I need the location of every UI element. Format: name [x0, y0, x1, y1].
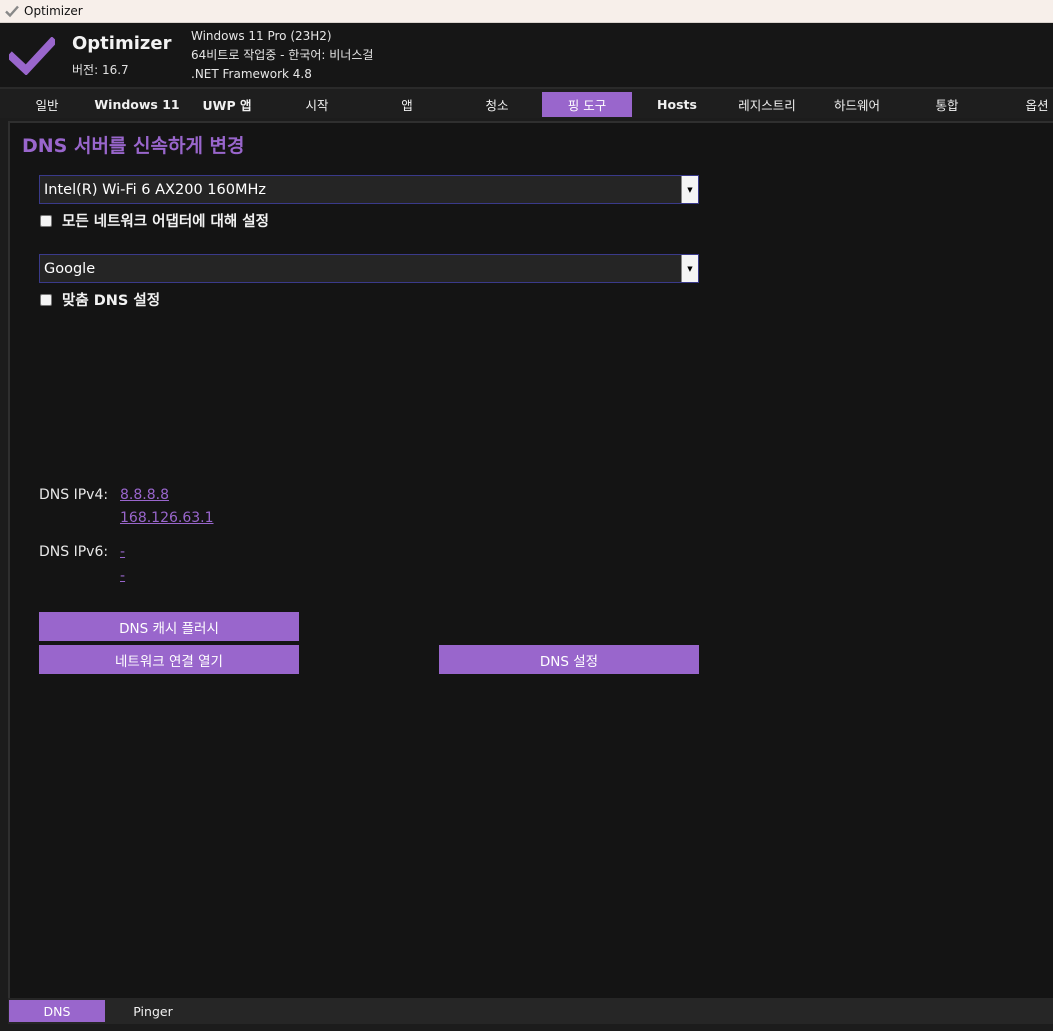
subtab-dns[interactable]: DNS — [9, 1000, 105, 1022]
flush-dns-cache-button[interactable]: DNS 캐시 플러시 — [39, 612, 299, 641]
chevron-down-icon[interactable]: ▼ — [681, 255, 698, 282]
checkmark-logo-icon — [9, 37, 55, 75]
all-adapters-option[interactable]: 모든 네트워크 어댑터에 대해 설정 — [40, 210, 269, 231]
custom-dns-label: 맞춤 DNS 설정 — [62, 293, 161, 309]
custom-dns-option[interactable]: 맞춤 DNS 설정 — [40, 289, 160, 310]
tab-integration[interactable]: 통합 — [902, 92, 992, 117]
framework-info: .NET Framework 4.8 — [191, 67, 312, 81]
app-version: 버전: 16.7 — [72, 63, 129, 77]
ipv6-secondary-link[interactable]: - — [120, 568, 125, 584]
all-adapters-label: 모든 네트워크 어댑터에 대해 설정 — [62, 214, 269, 230]
sub-tab-bar: DNS Pinger — [8, 998, 1053, 1024]
chevron-down-icon[interactable]: ▼ — [681, 176, 698, 203]
ipv4-label: DNS IPv4: — [39, 487, 109, 503]
window-title: Optimizer — [24, 4, 83, 18]
tab-hosts[interactable]: Hosts — [632, 92, 722, 117]
ipv4-secondary-link[interactable]: 168.126.63.1 — [120, 510, 214, 526]
custom-dns-checkbox[interactable] — [40, 293, 52, 306]
ipv6-primary-link[interactable]: - — [120, 544, 125, 560]
window-titlebar: Optimizer — [0, 0, 1053, 23]
subtab-pinger[interactable]: Pinger — [105, 1000, 201, 1022]
tab-options[interactable]: 옵션 — [992, 92, 1053, 117]
set-dns-button[interactable]: DNS 설정 — [439, 645, 699, 674]
tab-general[interactable]: 일반 — [2, 92, 92, 117]
ipv4-primary-link[interactable]: 8.8.8.8 — [120, 487, 169, 503]
arch-info: 64비트로 작업중 - 한국어: 비너스걸 — [191, 48, 374, 62]
all-adapters-checkbox[interactable] — [40, 214, 52, 227]
dns-provider-value: Google — [44, 260, 96, 277]
tab-cleaner[interactable]: 청소 — [452, 92, 542, 117]
network-adapter-value: Intel(R) Wi-Fi 6 AX200 160MHz — [44, 181, 266, 198]
os-info: Windows 11 Pro (23H2) — [191, 29, 332, 43]
ipv6-label: DNS IPv6: — [39, 544, 109, 560]
tab-registry[interactable]: 레지스트리 — [722, 92, 812, 117]
checkmark-icon — [5, 5, 19, 18]
main-tab-bar: 일반 Windows 11 UWP 앱 시작 앱 청소 핑 도구 Hosts 레… — [0, 87, 1053, 118]
dns-provider-select[interactable]: Google ▼ — [39, 254, 699, 283]
tab-hardware[interactable]: 하드웨어 — [812, 92, 902, 117]
tab-apps[interactable]: 앱 — [362, 92, 452, 117]
app-header: Optimizer 버전: 16.7 Windows 11 Pro (23H2)… — [0, 23, 1053, 87]
tab-windows11[interactable]: Windows 11 — [92, 92, 182, 117]
open-network-connections-button[interactable]: 네트워크 연결 열기 — [39, 645, 299, 674]
system-info: Windows 11 Pro (23H2) 64비트로 작업중 - 한국어: 비… — [191, 27, 373, 84]
tab-startup[interactable]: 시작 — [272, 92, 362, 117]
window-bottom-edge — [0, 1024, 1053, 1031]
dns-panel: DNS 서버를 신속하게 변경 Intel(R) Wi-Fi 6 AX200 1… — [8, 121, 1053, 998]
dns-section-title: DNS 서버를 신속하게 변경 — [22, 135, 245, 157]
tab-ping-tools[interactable]: 핑 도구 — [542, 92, 632, 117]
network-adapter-select[interactable]: Intel(R) Wi-Fi 6 AX200 160MHz ▼ — [39, 175, 699, 204]
app-name: Optimizer — [72, 33, 172, 54]
tab-uwp-apps[interactable]: UWP 앱 — [182, 92, 272, 117]
